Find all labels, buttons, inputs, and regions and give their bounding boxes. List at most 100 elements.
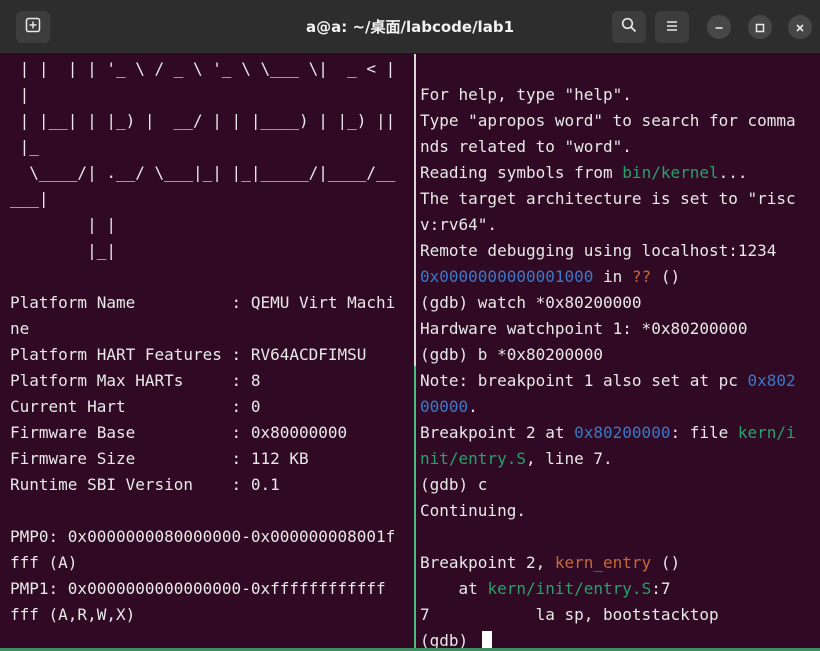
terminal-text: Remote debugging using localhost:1234 [420,241,777,260]
terminal-line: nds related to "word". [420,134,796,160]
terminal-text: Breakpoint 2, [420,553,555,572]
terminal-text: fff (A,R,W,X) [10,605,136,624]
terminal-line: (gdb) watch *0x80200000 [420,290,796,316]
terminal-text: Type "apropos word" to search for comma [420,111,796,130]
terminal-text: Firmware Base : 0x80000000 [10,423,348,442]
minimize-button[interactable] [707,15,731,39]
right-terminal-output: For help, type "help". Type "apropos word… [420,56,796,651]
terminal-line: Note: breakpoint 1 also set at pc 0x802 [420,368,796,394]
terminal-line: 7 la sp, bootstacktop [420,602,796,628]
terminal-text: Note: breakpoint 1 also set at pc [420,371,748,390]
terminal-line: fff (A,R,W,X) [10,602,395,628]
terminal-text: bin/kernel [622,163,719,182]
terminal-text: | | [10,215,116,234]
terminal-line: Firmware Base : 0x80000000 [10,420,395,446]
terminal-line: |_| [10,238,395,264]
terminal-text: Runtime SBI Version : 0.1 [10,475,280,494]
menu-button[interactable] [655,11,689,43]
terminal-line: Platform HART Features : RV64ACDFIMSU [10,342,395,368]
terminal-line: (gdb) b *0x80200000 [420,342,796,368]
terminal-text: nds related to "word". [420,137,632,156]
terminal-text: ___| [10,189,49,208]
terminal-line: ___| [10,186,395,212]
terminal-text: () [651,267,681,286]
terminal-text: Firmware Size : 112 KB [10,449,309,468]
terminal-text: nit/entry.S [420,449,526,468]
maximize-button[interactable] [748,15,772,39]
terminal-line: v:rv64". [420,212,796,238]
terminal-text: 0x802 [747,371,796,390]
terminal-line: 0x0000000000001000 in ?? () [420,264,796,290]
terminal-line: Runtime SBI Version : 0.1 [10,472,395,498]
terminal-line: |_ [10,134,395,160]
terminal-text: The target architecture is set to "risc [420,189,796,208]
terminal-line: | |__| | |_) | __/ | | |____) | |_) || [10,108,396,134]
terminal-text: | | | | '_ \ / _ \ '_ \ \___ \| _ < | [10,59,396,78]
terminal-text: v:rv64". [420,215,498,234]
terminal-line: Breakpoint 2, kern_entry () [420,550,796,576]
terminal-text: ne [10,319,30,338]
search-button[interactable] [612,11,646,43]
terminal-line: | | | | '_ \ / _ \ '_ \ \___ \| _ < | [10,56,396,82]
terminal-text: PMP1: 0x0000000000000000-0xffffffffffff [10,579,386,598]
close-button[interactable] [788,15,812,39]
terminal-text: (gdb) watch *0x80200000 [420,293,642,312]
terminal-text: 0x80200000 [574,423,671,442]
search-icon [621,17,637,37]
terminal-window: a@a: ~/桌面/labcode/lab1 | | | | '_ \ / _ … [0,0,820,651]
terminal-line: at kern/init/entry.S:7 [420,576,796,602]
terminal-line: The target architecture is set to "risc [420,186,796,212]
terminal-text: Current Hart : 0 [10,397,261,416]
terminal-text: Hardware watchpoint 1: *0x80200000 [420,319,748,338]
terminal-line: Reading symbols from bin/kernel... [420,160,796,186]
terminal-line: (gdb) c [420,472,796,498]
terminal-text: kern/i [737,423,796,442]
terminal-line: \____/| .__/ \___|_| |_|_____/|____/__ [10,160,395,186]
terminal-text: in [593,267,632,286]
terminal-line: Breakpoint 2 at 0x80200000: file kern/i [420,420,796,446]
terminal-line: Remote debugging using localhost:1234 [420,238,796,264]
terminal-text: Platform Name : QEMU Virt Machi [10,293,396,312]
terminal-text: For help, type "help". [420,85,632,104]
terminal-text: kern/init/entry.S [487,579,652,598]
terminal-text: Continuing. [420,501,526,520]
terminal-line: Hardware watchpoint 1: *0x80200000 [420,316,796,342]
terminal-text: kern_entry [554,553,652,572]
terminal-line: PMP1: 0x0000000000000000-0xffffffffffff [10,576,395,602]
terminal-text: ?? [631,267,652,286]
terminal-line: fff (A) [10,550,395,576]
terminal-line: nit/entry.S, line 7. [420,446,796,472]
terminal-text: fff (A) [10,553,78,572]
terminal-text: . [468,397,478,416]
terminal-text: Breakpoint 2 at [420,423,575,442]
terminal-line: PMP0: 0x0000000080000000-0x000000008001f [10,524,395,550]
terminal-line: | [10,82,395,108]
terminal-text: : file [670,423,738,442]
title-bar: a@a: ~/桌面/labcode/lab1 [0,0,820,54]
terminal-text: (gdb) b *0x80200000 [420,345,604,364]
terminal-text: | [10,85,30,104]
hamburger-menu-icon [665,18,679,37]
terminal-text: | |__| | |_) | __/ | | |____) | |_) || [10,111,396,130]
terminal-line: ne [10,316,395,342]
left-terminal-output: | | | | '_ \ / _ \ '_ \ \___ \| _ < | | … [10,56,395,628]
right-terminal-pane[interactable]: For help, type "help". Type "apropos word… [416,54,820,651]
terminal-text: PMP0: 0x0000000080000000-0x000000008001f [10,527,396,546]
terminal-text: 00000 [420,397,469,416]
terminal-line: For help, type "help". [420,82,796,108]
terminal-line: Current Hart : 0 [10,394,395,420]
terminal-line: Firmware Size : 112 KB [10,446,395,472]
left-terminal-pane[interactable]: | | | | '_ \ / _ \ '_ \ \___ \| _ < | | … [0,54,414,651]
terminal-text: :7 [651,579,671,598]
terminal-text: Platform Max HARTs : 8 [10,371,261,390]
minimize-icon [714,18,724,37]
terminal-text: \____/| .__/ \___|_| |_|_____/|____/__ [10,163,396,182]
terminal-text: 0x0000000000001000 [420,267,594,286]
window-title: a@a: ~/桌面/labcode/lab1 [305,18,514,36]
terminal-text: , line 7. [525,449,613,468]
terminal-line: Platform Max HARTs : 8 [10,368,395,394]
